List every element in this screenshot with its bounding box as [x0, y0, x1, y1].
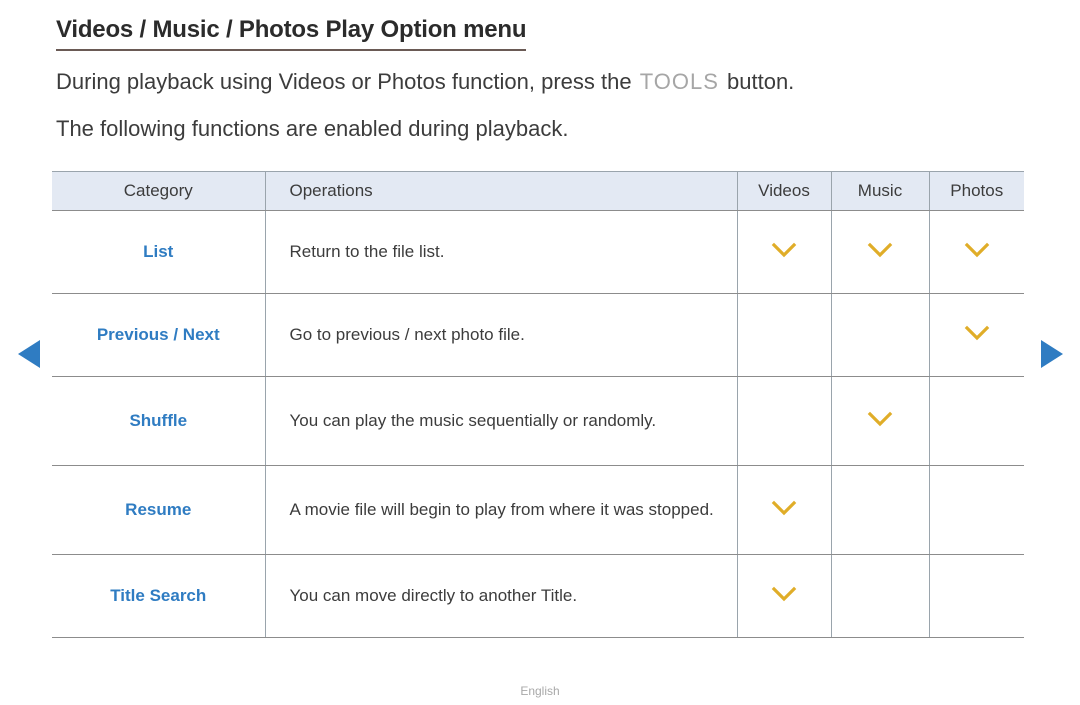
- cell-category: Previous / Next: [52, 293, 265, 377]
- manual-page: Videos / Music / Photos Play Option menu…: [0, 0, 1080, 705]
- play-options-table-container: Category Operations Videos Music Photos …: [52, 171, 1024, 638]
- cell-photos-support: [928, 210, 1024, 294]
- next-page-arrow[interactable]: [1039, 338, 1065, 370]
- cell-operations: Return to the file list.: [264, 210, 737, 294]
- cell-music-support: [830, 465, 929, 555]
- check-chevron-icon: [867, 242, 893, 258]
- play-options-table: Category Operations Videos Music Photos …: [52, 171, 1024, 638]
- check-chevron-icon: [771, 586, 797, 602]
- cell-operations: Go to previous / next photo file.: [264, 293, 737, 377]
- cell-photos-support: [928, 465, 1024, 555]
- table-row: Previous / Next Go to previous / next pho…: [52, 293, 1024, 377]
- intro-text-before: During playback using Videos or Photos f…: [56, 69, 638, 94]
- cell-category: Title Search: [52, 554, 265, 638]
- cell-operations: You can play the music sequentially or r…: [264, 376, 737, 466]
- check-chevron-icon: [771, 242, 797, 258]
- check-chevron-icon: [771, 500, 797, 516]
- cell-videos-support: [736, 376, 831, 466]
- tools-button-keyword: TOOLS: [639, 69, 719, 94]
- column-header-operations: Operations: [264, 171, 737, 211]
- intro-paragraph-2: The following functions are enabled duri…: [56, 116, 569, 141]
- intro-text-after: button.: [720, 69, 795, 94]
- check-chevron-icon: [964, 242, 990, 258]
- table-row: Resume A movie file will begin to play fr…: [52, 465, 1024, 555]
- column-header-music: Music: [830, 171, 929, 211]
- check-chevron-icon: [964, 325, 990, 341]
- table-row: List Return to the file list.: [52, 210, 1024, 294]
- table-header-row: Category Operations Videos Music Photos: [52, 171, 1024, 211]
- table-row: Title Search You can move directly to ano…: [52, 554, 1024, 638]
- cell-operations: A movie file will begin to play from whe…: [264, 465, 737, 555]
- cell-videos-support: [736, 210, 831, 294]
- cell-music-support: [830, 293, 929, 377]
- column-header-videos: Videos: [736, 171, 831, 211]
- cell-category: Resume: [52, 465, 265, 555]
- table-body: List Return to the file list. Previous / N…: [52, 210, 1024, 638]
- cell-music-support: [830, 554, 929, 638]
- cell-videos-support: [736, 293, 831, 377]
- cell-videos-support: [736, 554, 831, 638]
- table-header: Category Operations Videos Music Photos: [52, 171, 1024, 211]
- cell-music-support: [830, 210, 929, 294]
- cell-videos-support: [736, 465, 831, 555]
- cell-photos-support: [928, 376, 1024, 466]
- intro-paragraph-1: During playback using Videos or Photos f…: [56, 69, 794, 95]
- check-chevron-icon: [867, 411, 893, 427]
- cell-photos-support: [928, 554, 1024, 638]
- column-header-category: Category: [52, 171, 265, 211]
- column-header-photos: Photos: [928, 171, 1024, 211]
- cell-category: List: [52, 210, 265, 294]
- cell-operations: You can move directly to another Title.: [264, 554, 737, 638]
- cell-music-support: [830, 376, 929, 466]
- table-row: Shuffle You can play the music sequential…: [52, 376, 1024, 466]
- page-title: Videos / Music / Photos Play Option menu: [56, 16, 527, 51]
- footer-language-label: English: [520, 684, 560, 698]
- cell-photos-support: [928, 293, 1024, 377]
- previous-page-arrow[interactable]: [16, 338, 42, 370]
- cell-category: Shuffle: [52, 376, 265, 466]
